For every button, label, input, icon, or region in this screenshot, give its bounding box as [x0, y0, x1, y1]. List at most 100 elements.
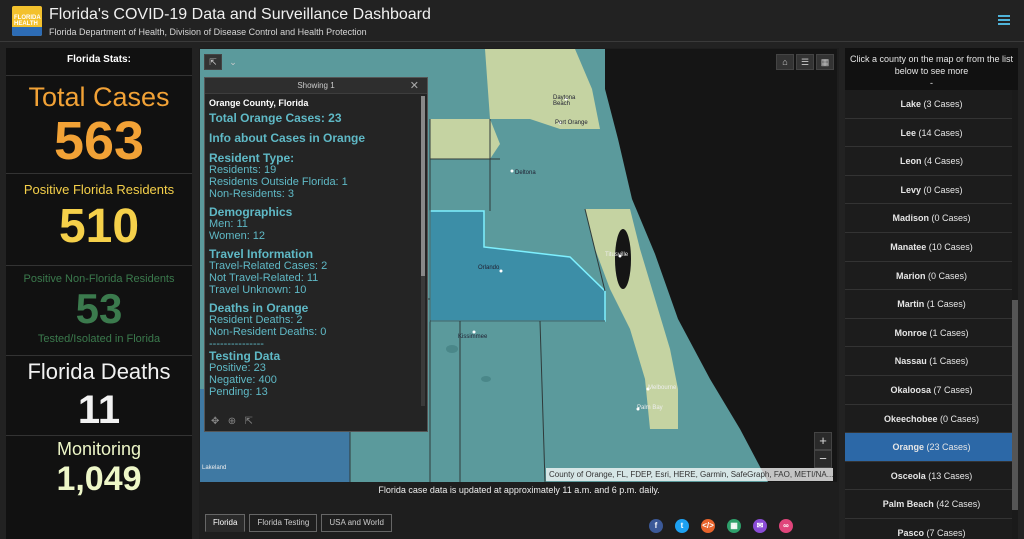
map-attribution: County of Orange, FL, FDEP, Esri, HERE, …	[546, 468, 833, 481]
county-count: (14 Cases)	[918, 127, 963, 138]
select-tool-icon[interactable]: ⇱	[204, 54, 222, 70]
zoom-to-icon[interactable]: ⊕	[228, 416, 236, 427]
county-item-marion[interactable]: Marion (0 Cases)	[845, 261, 1018, 291]
county-list-scrollbar[interactable]	[1012, 90, 1018, 539]
embed-code-icon[interactable]: </>	[701, 519, 715, 533]
county-item-osceola[interactable]: Osceola (13 Cases)	[845, 461, 1018, 491]
nonresidents-label: Positive Non-Florida Residents	[23, 273, 175, 285]
popup-body: Orange County, Florida Total Orange Case…	[209, 97, 420, 407]
county-item-pasco[interactable]: Pasco (7 Cases)	[845, 518, 1018, 539]
county-item-leon[interactable]: Leon (4 Cases)	[845, 147, 1018, 176]
county-count: (7 Cases)	[926, 527, 966, 538]
county-item-manatee[interactable]: Manatee (10 Cases)	[845, 232, 1018, 262]
county-item-martin[interactable]: Martin (1 Cases)	[845, 290, 1018, 319]
popup-travel-unknown: Travel Unknown: 10	[209, 284, 307, 296]
county-count: (10 Cases)	[928, 241, 973, 252]
chevron-down-icon[interactable]: ⌄	[224, 54, 242, 70]
popup-scrollbar[interactable]	[421, 96, 425, 406]
popup-header: Showing 1	[205, 78, 427, 94]
deaths-stat: Florida Deaths 11	[6, 356, 192, 436]
close-icon[interactable]: ✕	[410, 79, 419, 92]
qr-icon[interactable]: ▦	[816, 54, 834, 70]
city-label-kissimmee: Kissimmee	[458, 334, 488, 340]
county-item-palm-beach[interactable]: Palm Beach (42 Cases)	[845, 490, 1018, 519]
county-item-lee[interactable]: Lee (14 Cases)	[845, 118, 1018, 148]
county-item-lake[interactable]: Lake (3 Cases)	[845, 90, 1018, 119]
menu-icon[interactable]	[998, 15, 1010, 25]
county-item-levy[interactable]: Levy (0 Cases)	[845, 175, 1018, 205]
residents-value: 510	[58, 200, 140, 253]
tab-florida-testing[interactable]: Florida Testing	[249, 514, 318, 532]
county-name: Orange	[892, 442, 924, 453]
county-item-okeechobee[interactable]: Okeechobee (0 Cases)	[845, 404, 1018, 434]
county-name: Madison	[892, 213, 929, 224]
county-name: Okaloosa	[890, 384, 931, 395]
county-count: (0 Cases)	[931, 213, 971, 224]
residents-stat: Positive Florida Residents 510	[6, 174, 192, 266]
popup-resident-deaths: Resident Deaths: 2	[209, 314, 303, 326]
county-list-panel: Click a county on the map or from the li…	[845, 48, 1018, 539]
twitter-icon[interactable]: t	[675, 519, 689, 533]
county-item-madison[interactable]: Madison (0 Cases)	[845, 204, 1018, 233]
pan-icon[interactable]: ✥	[211, 416, 219, 427]
popup-pending: Pending: 13	[209, 386, 268, 398]
florida-health-logo: FLORIDA HEALTH	[12, 6, 42, 36]
county-count: (1 Cases)	[926, 299, 966, 310]
county-count: (4 Cases)	[924, 156, 964, 167]
popup-nonresident-deaths: Non-Resident Deaths: 0	[209, 326, 327, 338]
popup-residents: Residents: 19	[209, 164, 277, 176]
stats-panel: Florida Stats: Total Cases 563 Positive …	[6, 48, 192, 539]
facebook-icon[interactable]: f	[649, 519, 663, 533]
deaths-value: 11	[77, 388, 121, 432]
popup-men: Men: 11	[209, 218, 248, 230]
county-count: (0 Cases)	[923, 184, 963, 195]
tab-usa-and-world[interactable]: USA and World	[321, 514, 392, 532]
total-cases-value: 563	[53, 111, 145, 171]
popup-women: Women: 12	[209, 230, 266, 242]
county-item-monroe[interactable]: Monroe (1 Cases)	[845, 318, 1018, 348]
popup-travel-related: Travel-Related Cases: 2	[209, 260, 328, 272]
popup-total: Total Orange Cases: 23	[209, 111, 342, 125]
county-name: Lake	[900, 99, 921, 109]
popup-resident-heading: Resident Type:	[209, 151, 295, 165]
link-icon[interactable]: ∞	[779, 519, 793, 533]
county-name: Levy	[900, 184, 921, 195]
select-feature-icon[interactable]: ⇱	[244, 416, 252, 427]
zoom-out-button[interactable]: −	[814, 450, 832, 468]
county-popup: Showing 1 ✕ Orange County, Florida Total…	[204, 77, 428, 432]
county-item-okaloosa[interactable]: Okaloosa (7 Cases)	[845, 375, 1018, 405]
county-item-orange[interactable]: Orange (23 Cases)	[845, 433, 1018, 462]
popup-non-residents: Non-Residents: 3	[209, 188, 294, 200]
popup-deaths-heading: Deaths in Orange	[209, 301, 309, 315]
county-map[interactable]: Orlando Kissimmee Titusville Melbourne P…	[200, 49, 837, 482]
city-label-titusville: Titusville	[605, 252, 629, 258]
popup-county: Orange County, Florida	[209, 98, 309, 108]
social-links: f t </> ▦ ✉ ∞	[649, 519, 805, 533]
county-count: (3 Cases)	[923, 99, 963, 109]
popup-info: Info about Cases in Orange	[209, 131, 366, 145]
zoom-in-button[interactable]: +	[814, 432, 832, 450]
monitoring-label: Monitoring	[56, 439, 142, 459]
county-item-nassau[interactable]: Nassau (1 Cases)	[845, 347, 1018, 376]
popup-testing-heading: Testing Data	[209, 349, 281, 363]
county-name: Okeechobee	[883, 413, 938, 424]
county-name: Manatee	[890, 241, 927, 252]
county-list[interactable]: Lake (3 Cases) Lee (14 Cases) Leon (4 Ca…	[845, 90, 1018, 539]
total-cases-stat: Total Cases 563	[6, 76, 192, 174]
city-label-orlando: Orlando	[478, 265, 500, 271]
list-icon[interactable]: ☰	[796, 54, 814, 70]
home-icon[interactable]: ⌂	[776, 54, 794, 70]
popup-demographics-heading: Demographics	[209, 205, 293, 219]
county-name: Lee	[900, 127, 916, 138]
total-cases-label: Total Cases	[28, 82, 170, 112]
qr-code-icon[interactable]: ▦	[727, 519, 741, 533]
residents-label: Positive Florida Residents	[23, 182, 175, 197]
logo-text: FLORIDA HEALTH	[14, 15, 41, 27]
county-name: Marion	[895, 270, 926, 281]
dashboard-tabs: Florida Florida Testing USA and World	[205, 514, 396, 532]
county-name: Nassau	[894, 356, 927, 367]
email-icon[interactable]: ✉	[753, 519, 767, 533]
tab-florida[interactable]: Florida	[205, 514, 246, 532]
county-name: Monroe	[894, 327, 927, 338]
county-count: (0 Cases)	[928, 270, 968, 281]
